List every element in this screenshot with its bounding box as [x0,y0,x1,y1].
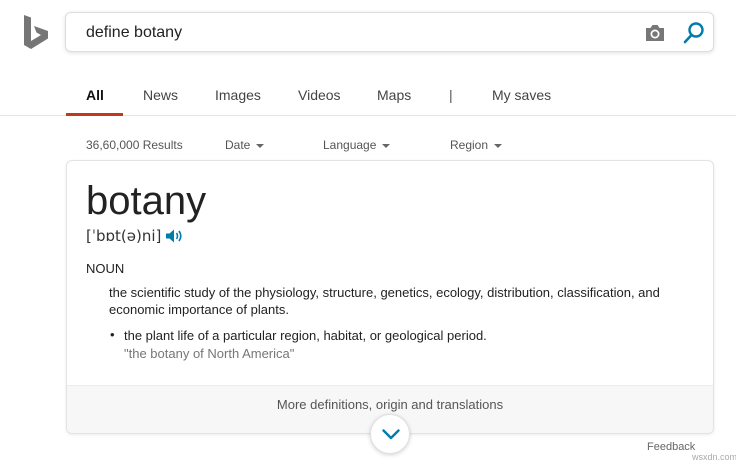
watermark: wsxdn.com [692,452,736,462]
caret-down-icon [256,143,265,148]
definition-example: "the botany of North America" [124,346,295,361]
vertical-nav: All News Images Videos Maps | My saves [0,60,736,116]
tab-videos[interactable]: Videos [298,87,341,103]
more-definitions-link[interactable]: More definitions, origin and translation… [67,397,713,412]
caret-down-icon [494,143,503,148]
pronunciation: [ˈbɒt(ə)ni] [86,227,162,245]
search-input[interactable] [86,22,626,44]
region-filter[interactable]: Region [450,138,503,152]
results-count: 36,60,000 Results [86,138,183,152]
language-filter-label: Language [323,138,377,152]
expand-button[interactable] [370,414,410,454]
tab-images[interactable]: Images [215,87,261,103]
definition-primary: the scientific study of the physiology, … [109,285,660,317]
definition-word: botany [86,179,207,223]
results-filter-bar: 36,60,000 Results Date Language Region [0,136,736,156]
language-filter[interactable]: Language [323,138,391,152]
tab-news[interactable]: News [143,87,178,103]
tab-maps[interactable]: Maps [377,87,411,103]
tab-all[interactable]: All [86,87,104,103]
active-tab-indicator [66,113,123,116]
camera-icon[interactable] [644,23,666,43]
feedback-link[interactable]: Feedback [647,441,695,453]
search-results-page: All News Images Videos Maps | My saves 3… [0,0,736,462]
date-filter-label: Date [225,138,251,152]
list-bullet: • [110,327,115,342]
region-filter-label: Region [450,138,489,152]
speaker-icon[interactable] [165,228,183,244]
search-box [65,12,714,52]
part-of-speech: NOUN [86,261,125,276]
nav-separator: | [449,87,453,103]
definition-card: botany [ˈbɒt(ə)ni] NOUN the scientific s… [66,160,714,434]
definition-secondary: the plant life of a particular region, h… [124,328,487,343]
search-icon[interactable] [682,21,706,45]
chevron-down-icon [382,429,400,440]
date-filter[interactable]: Date [225,138,265,152]
bing-logo[interactable] [22,14,50,52]
caret-down-icon [382,143,391,148]
tab-my-saves[interactable]: My saves [492,87,551,103]
